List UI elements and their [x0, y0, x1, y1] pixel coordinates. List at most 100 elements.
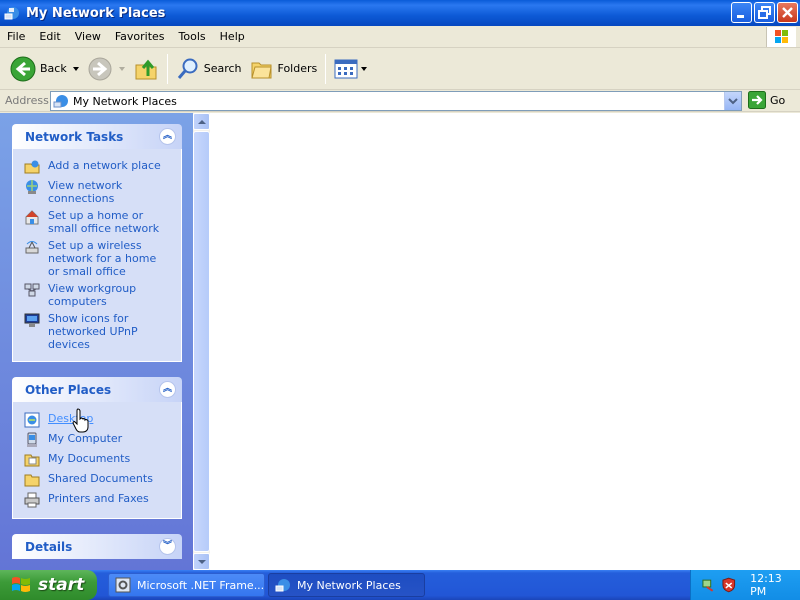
task-label: View network connections	[48, 179, 123, 205]
forward-button[interactable]	[83, 52, 129, 86]
place-my-computer[interactable]: My Computer	[13, 430, 181, 450]
start-button[interactable]: start	[0, 570, 97, 600]
task-view-network-connections[interactable]: View network connections	[13, 177, 181, 207]
task-pane: Network Tasks ︽ Add a network place View…	[0, 113, 193, 570]
details-header[interactable]: Details ︾	[12, 534, 182, 559]
menu-favorites[interactable]: Favorites	[108, 27, 172, 47]
collapse-icon[interactable]: ︽	[159, 128, 176, 145]
system-tray: 12:13 PM	[690, 570, 800, 600]
restore-button[interactable]	[754, 2, 775, 23]
details-panel: Details ︾	[12, 534, 182, 559]
menu-view[interactable]: View	[68, 27, 108, 47]
place-printers-faxes[interactable]: Printers and Faxes	[13, 490, 181, 510]
menu-help[interactable]: Help	[213, 27, 252, 47]
network-tray-icon[interactable]	[701, 577, 717, 593]
collapse-icon[interactable]: ︽	[159, 381, 176, 398]
home-network-icon	[25, 210, 39, 225]
clock: 12:13 PM	[750, 572, 782, 598]
title-bar[interactable]: My Network Places	[0, 0, 800, 26]
scroll-down-button[interactable]	[193, 553, 210, 570]
menu-edit[interactable]: Edit	[32, 27, 67, 47]
menu-bar: File Edit View Favorites Tools Help	[0, 26, 800, 48]
chevron-down-icon	[728, 98, 738, 105]
address-value: My Network Places	[73, 94, 177, 108]
scroll-thumb[interactable]	[193, 131, 210, 552]
dotnet-config-icon	[115, 577, 131, 593]
network-tasks-header[interactable]: Network Tasks ︽	[12, 124, 182, 149]
up-folder-icon	[135, 59, 157, 79]
scroll-down-icon	[198, 560, 206, 564]
task-label: Add a network place	[48, 159, 161, 172]
task-label: My Computer	[48, 432, 123, 445]
minimize-button[interactable]	[731, 2, 752, 23]
upnp-devices-icon	[24, 313, 40, 327]
search-button[interactable]: Search	[172, 52, 246, 86]
expand-icon[interactable]: ︾	[159, 538, 176, 555]
menu-file[interactable]: File	[0, 27, 32, 47]
views-dropdown-icon[interactable]	[361, 66, 368, 71]
menu-tools[interactable]: Tools	[172, 27, 213, 47]
place-shared-documents[interactable]: Shared Documents	[13, 470, 181, 490]
task-view-workgroup[interactable]: View workgroup computers	[13, 280, 181, 310]
folders-button[interactable]: Folders	[246, 52, 322, 86]
workgroup-computers-icon	[24, 283, 40, 297]
network-tasks-panel: Network Tasks ︽ Add a network place View…	[12, 124, 182, 362]
task-pane-scrollbar[interactable]	[193, 113, 210, 570]
search-icon	[177, 58, 198, 79]
task-label: View workgroup computers	[48, 282, 137, 308]
add-network-place-icon	[24, 160, 40, 174]
my-documents-icon	[24, 454, 40, 467]
window-title: My Network Places	[26, 5, 166, 21]
place-desktop[interactable]: Desktop	[13, 410, 181, 430]
restore-icon	[758, 6, 771, 19]
back-button[interactable]: Back	[6, 52, 83, 86]
taskbar-button-label: My Network Places	[297, 578, 401, 592]
task-label: Desktop	[48, 412, 94, 425]
go-button[interactable]: Go	[748, 91, 785, 109]
place-my-documents[interactable]: My Documents	[13, 450, 181, 470]
hand-cursor-icon	[72, 408, 89, 433]
address-field[interactable]: My Network Places	[50, 91, 742, 111]
forward-arrow-icon	[88, 57, 112, 80]
close-icon	[782, 7, 793, 18]
task-wireless-network[interactable]: Set up a wireless network for a home or …	[13, 237, 181, 280]
printers-faxes-icon	[24, 492, 40, 508]
windows-logo-icon	[766, 27, 796, 47]
network-tasks-title: Network Tasks	[25, 129, 124, 144]
back-dropdown-icon[interactable]	[72, 66, 79, 71]
back-arrow-icon	[10, 56, 36, 81]
scroll-up-button[interactable]	[193, 113, 210, 130]
security-shield-icon[interactable]	[721, 577, 737, 593]
minimize-icon	[737, 15, 744, 18]
task-label: Set up a home or small office network	[48, 209, 160, 235]
close-button[interactable]	[777, 2, 798, 23]
other-places-title: Other Places	[25, 382, 112, 397]
other-places-header[interactable]: Other Places ︽	[12, 377, 182, 402]
task-label: Show icons for networked UPnP devices	[48, 312, 138, 351]
go-label: Go	[770, 93, 786, 107]
taskbar-button-network-places[interactable]: My Network Places	[268, 573, 425, 597]
task-label: My Documents	[48, 452, 131, 465]
network-connections-icon	[26, 180, 38, 194]
task-add-network-place[interactable]: Add a network place	[13, 157, 181, 177]
forward-dropdown-icon[interactable]	[118, 66, 125, 71]
folders-label: Folders	[277, 62, 318, 75]
my-computer-icon	[27, 432, 37, 447]
start-label: start	[38, 575, 85, 595]
address-dropdown-button[interactable]	[724, 92, 741, 110]
task-upnp-devices[interactable]: Show icons for networked UPnP devices	[13, 310, 181, 353]
views-button[interactable]	[330, 52, 371, 86]
search-label: Search	[203, 62, 242, 75]
other-places-panel: Other Places ︽ Desktop My Computer My Do…	[12, 377, 182, 519]
up-folder-button[interactable]	[129, 52, 163, 86]
network-places-icon	[4, 7, 19, 20]
folder-content-area[interactable]	[210, 113, 800, 570]
task-home-network[interactable]: Set up a home or small office network	[13, 207, 181, 237]
taskbar-button-dotnet[interactable]: Microsoft .NET Frame...	[108, 573, 265, 597]
toolbar-separator	[166, 53, 168, 84]
folders-icon	[250, 62, 272, 78]
toolbar: Back Search Folders	[0, 48, 800, 90]
taskbar: start Microsoft .NET Frame... My Network…	[0, 570, 800, 600]
address-label: Address	[5, 94, 49, 107]
back-label: Back	[40, 62, 67, 75]
